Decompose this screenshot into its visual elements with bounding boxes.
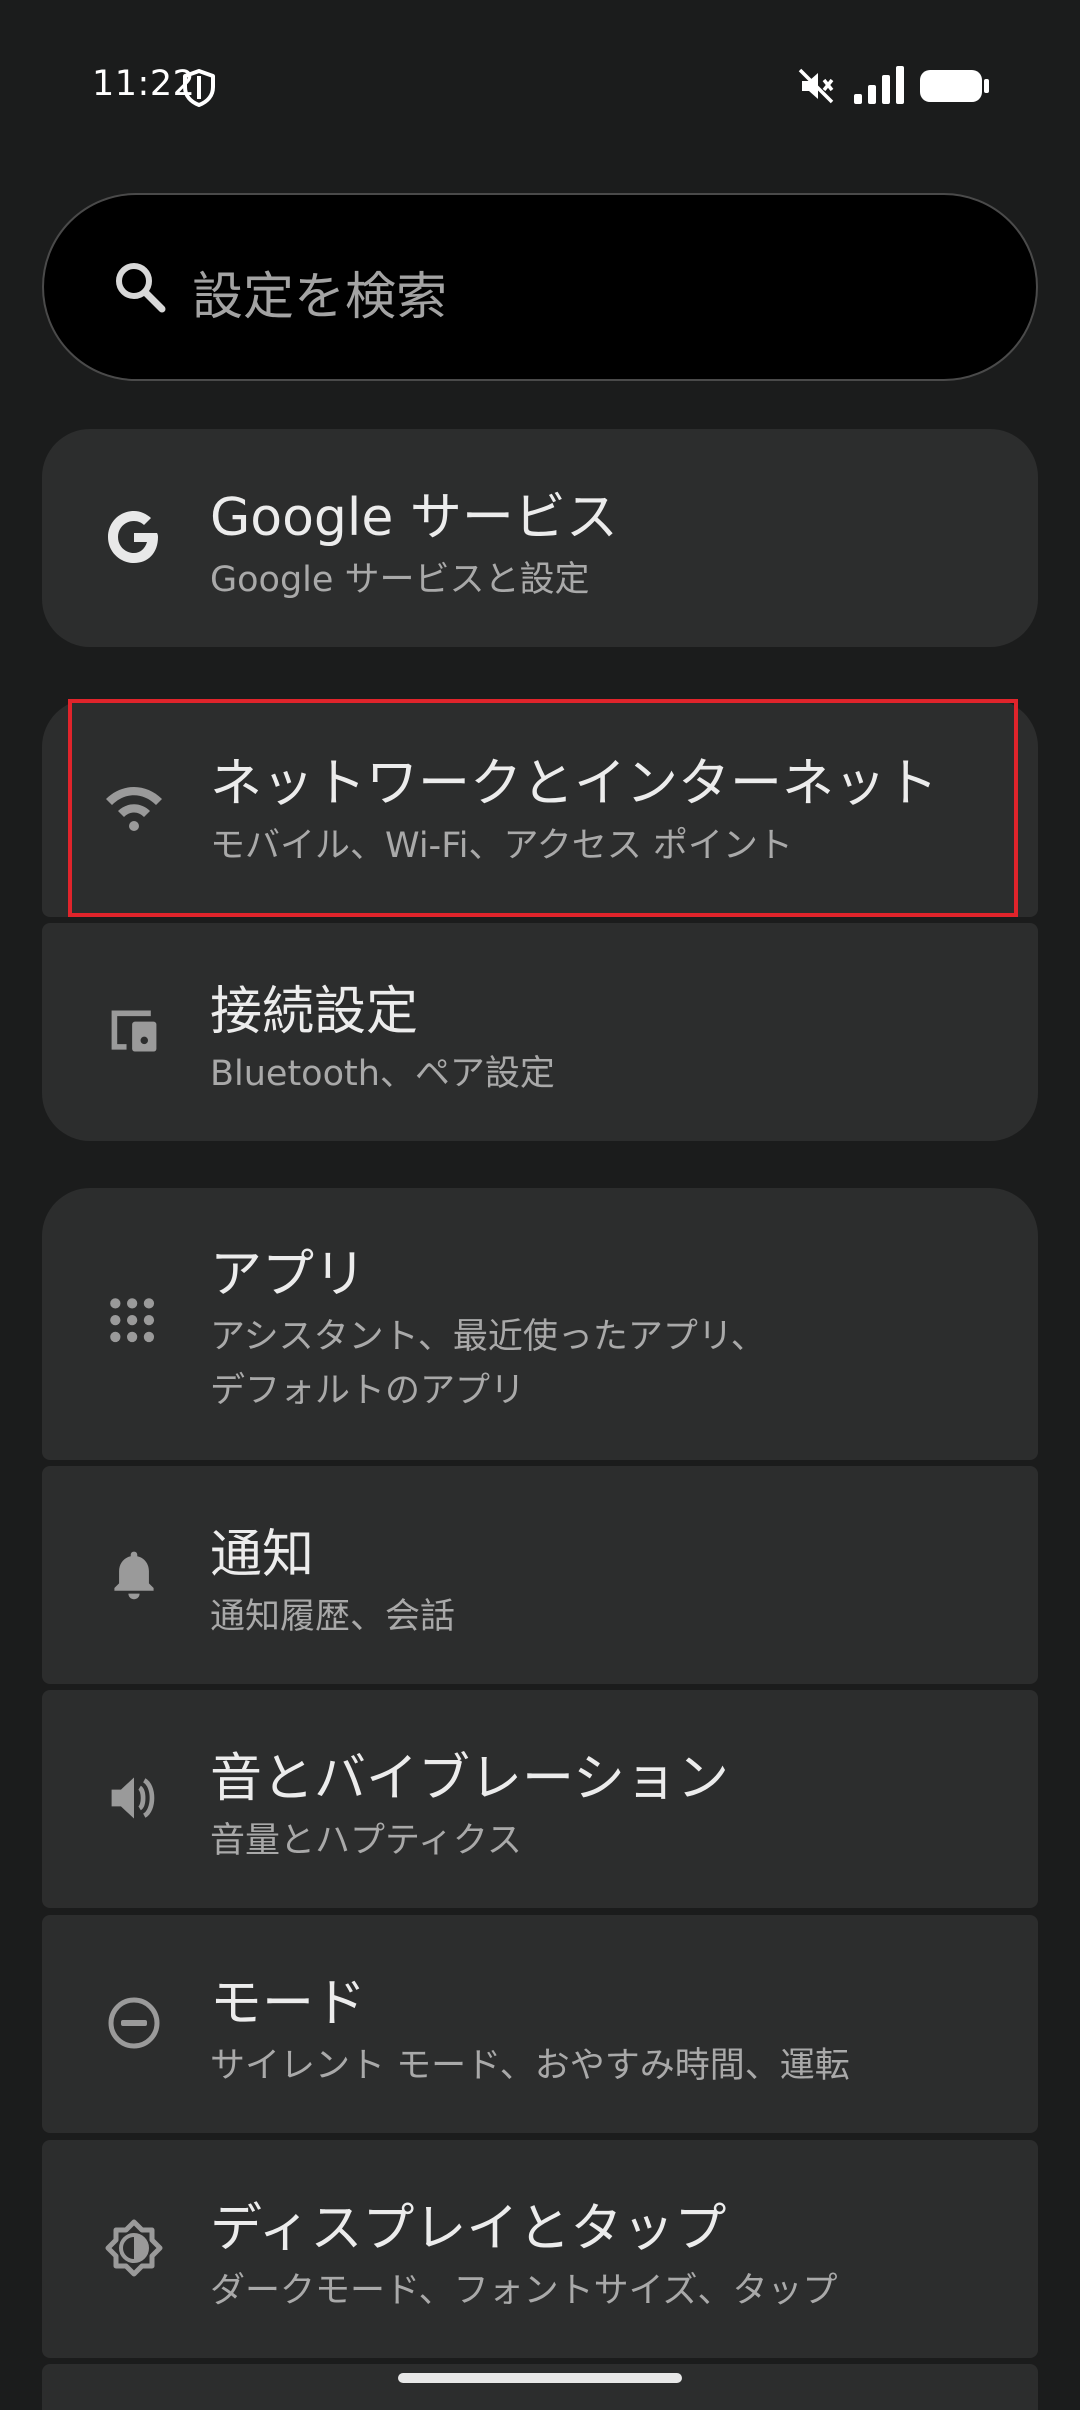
settings-item-sound[interactable]: 音とバイブレーション 音量とハプティクス <box>42 1690 1038 1908</box>
signal-icon <box>854 66 904 104</box>
battery-icon <box>920 70 989 102</box>
item-title: アプリ <box>210 1245 367 1305</box>
settings-item-connected-devices[interactable]: 接続設定 Bluetooth、ペア設定 <box>42 923 1038 1141</box>
item-subtitle: Google サービスと設定 <box>210 560 590 600</box>
status-time: 11:22 <box>92 64 196 104</box>
item-subtitle-line2: デフォルトのアプリ <box>210 1371 526 1411</box>
item-subtitle: Bluetooth、ペア設定 <box>210 1054 555 1094</box>
settings-item-modes[interactable]: モード サイレント モード、おやすみ時間、運転 <box>42 1915 1038 2133</box>
search-placeholder: 設定を検索 <box>192 268 448 327</box>
do-not-disturb-icon <box>108 1997 160 2049</box>
settings-screen: 11:22 設定を検索 Google サービス Google サービスと設定 ネ… <box>0 0 1080 2410</box>
item-subtitle: 通知履歴、会話 <box>210 1597 456 1637</box>
brightness-icon <box>105 2219 163 2277</box>
home-indicator[interactable] <box>398 2373 682 2383</box>
settings-item-apps[interactable]: アプリ アシスタント、最近使ったアプリ、 デフォルトのアプリ <box>42 1188 1038 1460</box>
settings-item-display[interactable]: ディスプレイとタップ ダークモード、フォントサイズ、タップ <box>42 2140 1038 2358</box>
item-title: 通知 <box>210 1525 315 1585</box>
item-title: 音とバイブレーション <box>210 1749 729 1809</box>
search-bar[interactable]: 設定を検索 <box>42 193 1038 381</box>
item-title: Google サービス <box>210 488 618 548</box>
item-title: ディスプレイとタップ <box>210 2199 727 2259</box>
selection-highlight <box>68 699 1018 917</box>
settings-item-next-partial[interactable] <box>42 2364 1038 2410</box>
volume-icon <box>111 1777 155 1819</box>
item-subtitle-line1: アシスタント、最近使ったアプリ、 <box>210 1317 766 1357</box>
bell-icon <box>114 1551 154 1600</box>
vibrate-off-icon <box>798 68 834 104</box>
google-g-icon <box>108 511 158 563</box>
item-subtitle: 音量とハプティクス <box>210 1821 522 1861</box>
item-title: モード <box>210 1974 367 2034</box>
settings-item-google-services[interactable]: Google サービス Google サービスと設定 <box>42 429 1038 647</box>
apps-grid-icon <box>110 1298 155 1343</box>
item-subtitle: ダークモード、フォントサイズ、タップ <box>210 2271 838 2311</box>
item-title: 接続設定 <box>210 982 419 1042</box>
status-bar: 11:22 <box>0 0 1080 130</box>
settings-item-notifications[interactable]: 通知 通知履歴、会話 <box>42 1466 1038 1684</box>
item-subtitle: サイレント モード、おやすみ時間、運転 <box>210 2046 850 2086</box>
connected-devices-icon <box>111 1010 157 1052</box>
search-icon <box>116 263 166 313</box>
shield-icon <box>183 69 215 107</box>
